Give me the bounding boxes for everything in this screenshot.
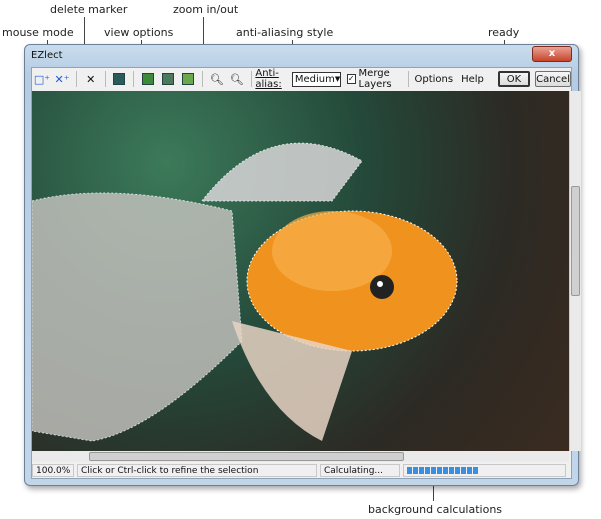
zoom-level: 100.0%: [32, 464, 74, 477]
progress-block: [437, 467, 442, 474]
view-cutout-icon[interactable]: [179, 70, 197, 88]
progress-block: [467, 467, 472, 474]
window-title: EZlect: [31, 50, 63, 61]
goldfish-image: [32, 142, 458, 442]
status-hint: Click or Ctrl-click to refine the select…: [77, 464, 317, 477]
merge-layers-checkbox[interactable]: ✓: [346, 74, 356, 84]
antialias-select[interactable]: Medium ▼: [291, 71, 341, 87]
callout-view-options: view options: [104, 26, 174, 39]
callout-background: background calculations: [368, 503, 503, 516]
progress-block: [425, 467, 430, 474]
antialias-label: Anti-alias:: [255, 68, 282, 90]
help-menu[interactable]: Help: [461, 74, 484, 85]
progress-block: [431, 467, 436, 474]
progress-block: [443, 467, 448, 474]
view-image-icon[interactable]: [139, 70, 157, 88]
callout-antialias: anti-aliasing style: [236, 26, 334, 39]
close-button[interactable]: x: [532, 46, 572, 62]
progress-block: [455, 467, 460, 474]
merge-layers-label[interactable]: Merge Layers: [359, 68, 404, 90]
delete-marker-icon[interactable]: ✕: [82, 70, 100, 88]
view-mask-icon[interactable]: [110, 70, 128, 88]
horizontal-scrollbar[interactable]: [32, 451, 569, 462]
progress-block: [461, 467, 466, 474]
status-bar: 100.0% Click or Ctrl-click to refine the…: [32, 464, 571, 478]
view-overlay-icon[interactable]: [159, 70, 177, 88]
callout-zoom: zoom in/out: [173, 3, 239, 16]
progress-block: [449, 467, 454, 474]
progress-block: [413, 467, 418, 474]
toolbar: □⁺ ✕⁺ ✕ 🔍︎ 🔍︎ Anti-alias: Medium ▼ ✓ Merg…: [32, 68, 571, 90]
zoom-out-icon[interactable]: 🔍︎: [228, 70, 246, 88]
cancel-button[interactable]: Cancel: [535, 71, 571, 87]
callout-ready: ready: [488, 26, 520, 39]
callout-mouse-mode: mouse mode: [2, 26, 74, 39]
antialias-value: Medium: [294, 73, 335, 85]
add-marker-icon[interactable]: □⁺: [33, 70, 51, 88]
options-menu[interactable]: Options: [415, 74, 454, 85]
progress-block: [419, 467, 424, 474]
callout-delete-marker: delete marker: [50, 3, 128, 16]
add-exclude-marker-icon[interactable]: ✕⁺: [53, 70, 71, 88]
image-canvas[interactable]: [32, 91, 569, 451]
calc-status: Calculating...: [320, 464, 400, 477]
vertical-scrollbar[interactable]: [569, 91, 581, 451]
progress-bar: [403, 464, 566, 477]
chevron-down-icon: ▼: [334, 75, 341, 83]
ok-button[interactable]: OK: [497, 71, 531, 87]
zoom-in-icon[interactable]: 🔍︎: [208, 70, 226, 88]
ezlect-window: EZlect x □⁺ ✕⁺ ✕ 🔍︎ 🔍︎ Anti-alias: Mediu…: [24, 44, 581, 486]
progress-block: [473, 467, 478, 474]
progress-block: [407, 467, 412, 474]
